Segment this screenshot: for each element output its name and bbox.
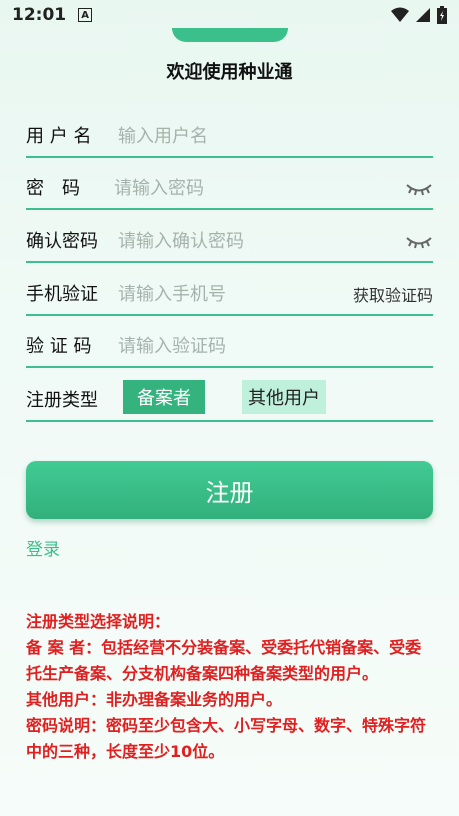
type-option-filer[interactable]: 备案者 bbox=[123, 380, 205, 414]
type-label: 注册类型 bbox=[26, 390, 98, 411]
note-line: 密码说明：密码至少包含大、小写字母、数字、特殊字符中的三种，长度至少10位。 bbox=[26, 716, 427, 761]
note-line: 其他用户：非办理备案业务的用户。 bbox=[26, 690, 283, 709]
username-input[interactable]: 输入用户名 bbox=[118, 122, 208, 148]
code-label: 验 证 码 bbox=[26, 336, 92, 357]
register-type-field: 注册类型 备案者 其他用户 bbox=[26, 376, 433, 422]
get-code-button[interactable]: 获取验证码 bbox=[353, 282, 433, 306]
confirm-label: 确认密码 bbox=[26, 231, 98, 252]
code-field[interactable]: 验 证 码 请输入验证码 bbox=[26, 322, 433, 368]
password-input[interactable]: 请输入密码 bbox=[114, 174, 204, 200]
eye-closed-icon[interactable] bbox=[405, 182, 433, 196]
logo-tab bbox=[172, 28, 288, 42]
code-input[interactable]: 请输入验证码 bbox=[118, 332, 226, 358]
login-link[interactable]: 登录 bbox=[26, 535, 60, 560]
notification-icon: A bbox=[78, 8, 93, 22]
phone-input[interactable]: 请输入手机号 bbox=[118, 280, 226, 306]
status-icons bbox=[391, 6, 447, 24]
confirm-password-field[interactable]: 确认密码 请输入确认密码 bbox=[26, 217, 433, 263]
confirm-input[interactable]: 请输入确认密码 bbox=[118, 227, 244, 253]
page-title: 欢迎使用种业通 bbox=[166, 62, 293, 83]
phone-field[interactable]: 手机验证 请输入手机号 获取验证码 bbox=[26, 270, 433, 316]
battery-icon bbox=[437, 6, 447, 24]
wifi-icon bbox=[391, 7, 409, 22]
password-field[interactable]: 密 码 请输入密码 bbox=[26, 164, 433, 210]
status-bar: 12:01 A bbox=[0, 0, 459, 30]
password-label: 密 码 bbox=[26, 178, 80, 199]
username-field[interactable]: 用 户 名 输入用户名 bbox=[26, 112, 433, 158]
username-label: 用 户 名 bbox=[26, 126, 92, 147]
note-line: 备 案 者：包括经营不分装备案、受委托代销备案、受委托生产备案、分支机构备案四种… bbox=[26, 638, 422, 683]
signal-icon bbox=[416, 8, 430, 22]
instructions: 注册类型选择说明： 备 案 者：包括经营不分装备案、受委托代销备案、受委托生产备… bbox=[26, 609, 436, 765]
note-line: 注册类型选择说明： bbox=[26, 612, 171, 631]
eye-closed-icon[interactable] bbox=[405, 235, 433, 249]
status-time: 12:01 bbox=[12, 5, 67, 25]
register-button[interactable]: 注册 bbox=[26, 461, 433, 519]
type-option-other[interactable]: 其他用户 bbox=[242, 380, 326, 414]
phone-label: 手机验证 bbox=[26, 284, 98, 305]
